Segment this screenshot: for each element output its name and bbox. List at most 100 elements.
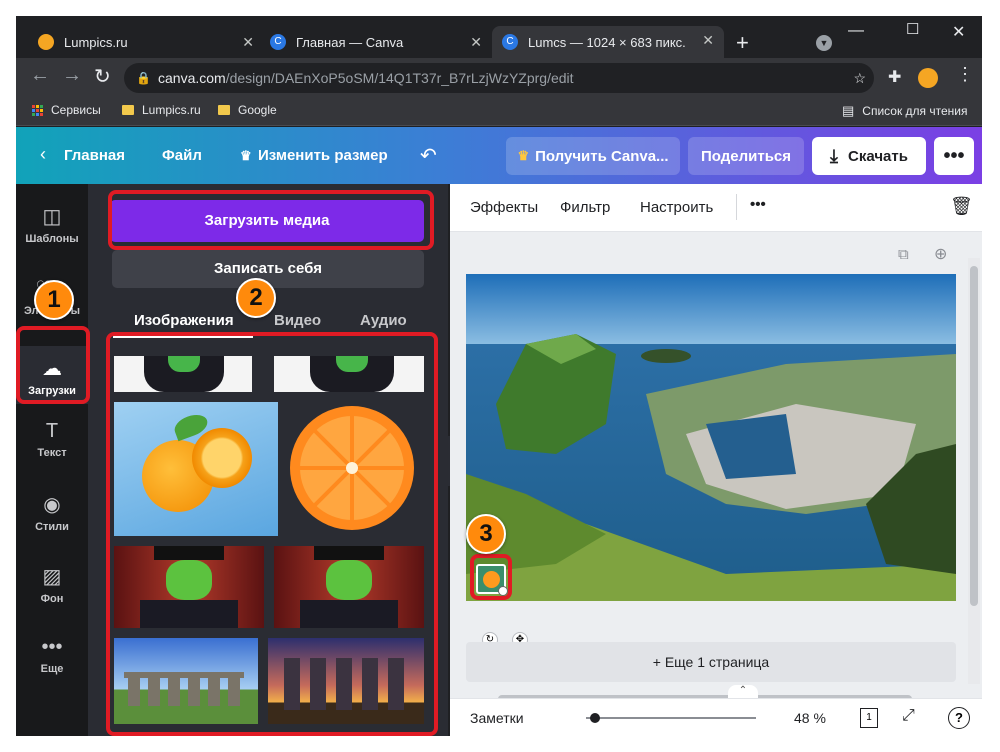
tab-images[interactable]: Изображения: [134, 312, 234, 329]
add-more-pages-button[interactable]: + Еще 1 страница: [466, 642, 956, 682]
editor-area: Эффекты Фильтр Настроить ••• 🗑 ⧉ ⊕ ↻ ✥ +…: [450, 184, 982, 736]
layout-icon: ◫: [42, 206, 62, 228]
forward-icon[interactable]: →: [62, 64, 82, 87]
duplicate-page-icon[interactable]: ⧉: [898, 246, 909, 263]
notes-button[interactable]: Заметки: [470, 710, 524, 726]
more-options-button[interactable]: •••: [934, 137, 974, 175]
reading-list-icon: ▤: [842, 103, 855, 118]
sidebar-item-background[interactable]: ▨ Фон: [16, 564, 88, 605]
extensions-icon[interactable]: ✚: [888, 67, 901, 87]
sidebar-item-label: Шаблоны: [25, 233, 79, 245]
reading-list[interactable]: ▤ Список для чтения: [842, 103, 968, 119]
tab-audio[interactable]: Аудио: [360, 312, 407, 329]
canvas-image-island[interactable]: [466, 274, 956, 601]
effects-button[interactable]: Эффекты: [470, 199, 538, 216]
chevron-left-icon[interactable]: ‹: [40, 144, 46, 165]
file-menu[interactable]: Файл: [162, 147, 202, 164]
resize-menu[interactable]: Изменить размер: [258, 147, 388, 164]
apps-grid-icon: [32, 104, 43, 116]
bookmark-label: Сервисы: [51, 103, 101, 117]
undo-icon[interactable]: ↶: [420, 143, 437, 168]
tab-canva-home[interactable]: C Главная — Canva ✕: [260, 26, 492, 58]
bookmark-google[interactable]: Google: [218, 103, 277, 117]
download-icon: ⤓: [830, 145, 839, 166]
folder-icon: [122, 105, 134, 115]
sidebar-item-templates[interactable]: ◫ Шаблоны: [16, 204, 88, 245]
menu-icon[interactable]: ⋮: [956, 64, 974, 85]
url-domain: canva.com: [158, 70, 226, 86]
close-icon[interactable]: ✕: [242, 34, 254, 51]
reading-list-label: Список для чтения: [862, 104, 968, 118]
canva-favicon-icon: C: [502, 34, 518, 50]
maximize-button[interactable]: ☐: [906, 20, 919, 38]
minimize-button[interactable]: —: [848, 22, 864, 40]
bookmark-services[interactable]: Сервисы: [32, 103, 101, 117]
zoom-level[interactable]: 48 %: [794, 710, 826, 726]
bookmarks-bar: Сервисы Lumpics.ru Google ▤ Список для ч…: [16, 98, 982, 126]
tab-search-icon[interactable]: ▼: [816, 35, 832, 51]
bookmark-label: Lumpics.ru: [142, 103, 201, 117]
callout-badge-2: 2: [236, 278, 276, 318]
crown-icon: ♛: [240, 148, 252, 163]
browser-toolbar: ← → ↻ 🔒 canva.com/design/DAEnXoP5oSM/14Q…: [16, 58, 982, 98]
tab-title: Lumcs — 1024 × 683 пикс.: [528, 34, 686, 50]
browser-window: Lumpics.ru ✕ C Главная — Canva ✕ C Lumcs…: [16, 16, 982, 736]
crown-icon: ♛: [517, 148, 530, 163]
page-count-button[interactable]: 1: [860, 708, 878, 728]
home-link[interactable]: Главная: [64, 147, 125, 164]
callout-badge-3: 3: [466, 514, 506, 554]
sidebar-item-label: Текст: [37, 447, 67, 459]
text-icon: T: [45, 420, 59, 442]
reload-icon[interactable]: ↻: [94, 64, 111, 89]
profile-avatar[interactable]: [918, 68, 938, 88]
get-pro-label: Получить Canva...: [535, 147, 669, 165]
toolbar-divider: [736, 194, 737, 220]
vertical-scrollbar[interactable]: [968, 258, 980, 684]
filter-button[interactable]: Фильтр: [560, 199, 610, 216]
canva-favicon-icon: C: [270, 34, 286, 50]
tab-lumpics[interactable]: Lumpics.ru ✕: [28, 26, 264, 58]
chevron-up-icon[interactable]: ⌃: [728, 685, 758, 699]
scrollbar-thumb[interactable]: [970, 266, 978, 606]
sidebar-item-styles[interactable]: ◉ Стили: [16, 492, 88, 533]
callout-badge-1: 1: [34, 280, 74, 320]
help-button[interactable]: ?: [948, 707, 970, 729]
highlight-media-grid: [106, 332, 438, 736]
zoom-slider-knob[interactable]: [589, 713, 600, 723]
share-button[interactable]: Поделиться: [688, 137, 804, 175]
island-photo: [466, 274, 956, 601]
sidebar-item-more[interactable]: ••• Еще: [16, 636, 88, 675]
address-bar[interactable]: 🔒 canva.com/design/DAEnXoP5oSM/14Q1T37r_…: [124, 63, 874, 93]
sidebar: ◫ Шаблоны ♡△ Элементы ☁ Загрузки T Текст…: [16, 184, 88, 736]
star-icon[interactable]: ☆: [853, 63, 866, 93]
fullscreen-icon[interactable]: ⤢: [902, 707, 915, 725]
highlight-upload-media: [108, 190, 434, 250]
highlight-canvas-element: [470, 554, 512, 600]
url-path: /design/DAEnXoP5oSM/14Q1T37r_B7rLzjWzYZp…: [225, 70, 574, 86]
trash-icon[interactable]: 🗑: [950, 196, 973, 217]
close-window-button[interactable]: ✕: [952, 22, 965, 42]
download-button[interactable]: ⤓ Скачать: [812, 137, 926, 175]
palette-icon: ◉: [43, 494, 61, 516]
lock-icon: 🔒: [136, 71, 151, 85]
bookmark-lumpics[interactable]: Lumpics.ru: [122, 103, 201, 117]
bookmark-label: Google: [238, 103, 277, 117]
more-icon[interactable]: •••: [750, 196, 766, 213]
background-icon: ▨: [42, 566, 62, 588]
sidebar-item-label: Фон: [40, 593, 64, 605]
download-label: Скачать: [848, 147, 908, 165]
sidebar-item-label: Еще: [40, 663, 64, 675]
back-icon[interactable]: ←: [30, 64, 50, 87]
canva-topbar: ‹ Главная Файл ♛ Изменить размер ↶ ♛ Пол…: [16, 127, 982, 184]
get-pro-button[interactable]: ♛ Получить Canva...: [506, 137, 680, 175]
close-icon[interactable]: ✕: [702, 32, 714, 49]
tab-video[interactable]: Видео: [274, 312, 321, 329]
new-tab-button[interactable]: +: [736, 30, 749, 56]
highlight-uploads: [16, 326, 90, 404]
zoom-slider[interactable]: [586, 717, 756, 719]
add-page-icon[interactable]: ⊕: [934, 244, 947, 264]
sidebar-item-text[interactable]: T Текст: [16, 420, 88, 459]
more-icon: •••: [41, 636, 63, 658]
close-icon[interactable]: ✕: [470, 34, 482, 51]
adjust-button[interactable]: Настроить: [640, 199, 713, 216]
